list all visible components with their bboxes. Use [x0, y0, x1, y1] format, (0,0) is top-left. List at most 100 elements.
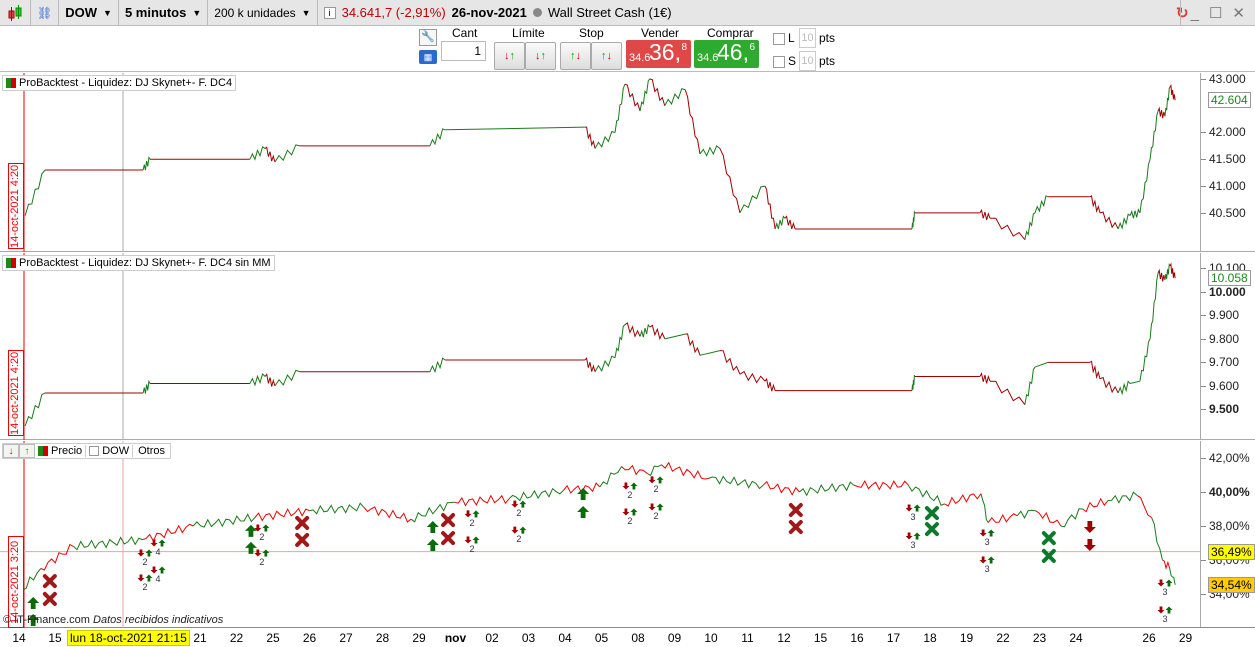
small-buy-arrow-icon [630, 482, 638, 490]
short-pts-input[interactable]: 10 [799, 51, 816, 71]
x-tick-label: 24 [1069, 631, 1083, 645]
price-segment [661, 461, 709, 480]
y-tick-label: 41.000 [1201, 179, 1246, 194]
series-segment [1169, 84, 1176, 101]
small-sell-arrow-icon [1157, 579, 1165, 587]
y-axis[interactable]: 10.100 10.000 9.900 9.800 9.700 9.600 9.500 10.… [1200, 253, 1255, 439]
limit-order-button[interactable]: ↓↑ [494, 42, 525, 70]
price-segment [1136, 494, 1152, 518]
x-tick-label: 11 [741, 631, 754, 645]
price-segment [1060, 508, 1083, 528]
quantity-input[interactable]: 1 [441, 41, 486, 61]
last-price: 34.641,7 (-2,91%) [341, 5, 446, 20]
price-chart[interactable]: 22442222222222 33 3333 [0, 441, 1200, 628]
small-buy-arrow-icon [987, 556, 995, 564]
series-segment [1117, 380, 1131, 396]
maximize-icon[interactable]: ☐ [1209, 4, 1222, 22]
small-buy-arrow-icon [145, 549, 153, 557]
exit-cross-icon [1041, 531, 1056, 546]
exit-cross-icon [788, 520, 803, 535]
series-segment [429, 128, 446, 147]
small-sell-arrow-icon [622, 508, 630, 516]
info-icon[interactable]: i [323, 6, 336, 19]
current-value-label: 10.058 [1208, 270, 1251, 287]
minimize-icon[interactable]: _ [1191, 5, 1199, 22]
limit-order-alt-button[interactable]: ↓↑ [525, 42, 556, 70]
long-pts-input[interactable]: 10 [799, 28, 816, 48]
stop-order-alt-button[interactable]: ↑↓ [591, 42, 622, 70]
series-segment [639, 323, 651, 338]
series-segment [684, 89, 701, 155]
series-segment [911, 210, 916, 229]
trade-count-label: 2 [654, 484, 659, 494]
dow-toggle[interactable]: DOW [86, 445, 134, 457]
link-icon[interactable]: ⛓ [31, 0, 60, 26]
units-select[interactable]: 200 k unidades ▼ [208, 0, 318, 26]
panel-legend: ↓ ↑ Precio DOW Otros [2, 443, 171, 459]
buy-arrow-icon [426, 521, 439, 534]
y-axis[interactable]: 43.000 42.000 41.500 41.000 40.500 42.604 [1200, 71, 1255, 251]
trade-count-label: 3 [911, 540, 916, 550]
price-segment [762, 480, 800, 496]
series-segment [1099, 211, 1119, 230]
current-value-label: 34,54% [1208, 576, 1255, 593]
panel-legend[interactable]: ProBacktest - Liquidez: DJ Skynet+- F. D… [2, 255, 275, 271]
series-segment [584, 357, 596, 372]
series-segment [979, 372, 991, 384]
series-segment [594, 130, 616, 149]
status-dot-icon [532, 8, 542, 17]
cursor-date-label: lun 18-oct-2021 21:15 [67, 630, 190, 646]
small-buy-arrow-icon [913, 504, 921, 512]
short-checkbox[interactable] [773, 56, 785, 68]
small-sell-arrow-icon [648, 503, 656, 511]
buy-button[interactable]: 34.6 46, 6 [694, 39, 759, 68]
trade-count-label: 2 [654, 511, 659, 521]
small-buy-arrow-icon [472, 536, 480, 544]
sell-price-main: 36, [649, 39, 681, 65]
x-tick-label: 22 [996, 631, 1010, 645]
dow-checkbox[interactable] [89, 446, 100, 456]
color-swatch-icon [6, 258, 16, 268]
equity-no-mm-panel: ProBacktest - Liquidez: DJ Skynet+- F. D… [0, 253, 1255, 440]
equity-chart[interactable] [0, 73, 1200, 252]
keyboard-icon[interactable]: ▦ [419, 50, 437, 64]
buy-arrow-toggle-icon[interactable]: ↑ [19, 444, 35, 458]
series-segment [699, 145, 721, 157]
series-segment [764, 377, 776, 392]
wrench-icon[interactable]: 🔧 [419, 29, 437, 46]
price-series-toggle[interactable]: Precio [35, 445, 87, 457]
price-segment [907, 484, 945, 506]
trade-count-label: 2 [516, 534, 521, 544]
others-button[interactable]: Otros [133, 445, 170, 457]
close-icon[interactable]: ✕ [1232, 4, 1245, 22]
sell-arrow-toggle-icon[interactable]: ↓ [3, 444, 19, 458]
candlestick-icon[interactable] [0, 0, 31, 26]
copyright-notice: © IT-Finance.com Datos recibidos indicat… [3, 614, 223, 626]
stop-order-button[interactable]: ↑↓ [560, 42, 591, 70]
series-segment [784, 215, 796, 230]
y-axis[interactable]: 42,00% 40,00% 38,00% 36,00% 34,00% 36,49% 34,5… [1200, 441, 1255, 627]
series-segment [739, 370, 766, 384]
interval-label: 5 minutos [124, 5, 187, 20]
price-segment [363, 506, 412, 523]
y-tick-label: 10.000 [1201, 284, 1246, 299]
small-sell-arrow-icon [979, 529, 987, 537]
current-value-label: 36,49% [1208, 543, 1255, 560]
trade-count-label: 2 [470, 544, 475, 554]
instrument-select[interactable]: DOW ▼ [59, 0, 119, 26]
small-sell-arrow-icon [150, 566, 158, 574]
x-axis[interactable]: lun 18-oct-2021 21:15 14 15 21 22 25 26 27 28 29… [0, 628, 1255, 647]
series-segment [649, 78, 666, 106]
sell-button[interactable]: 34.6 36, 8 [626, 39, 691, 68]
series-segment [594, 355, 616, 373]
x-tick-label: 25 [266, 631, 280, 645]
interval-select[interactable]: 5 minutos ▼ [119, 0, 209, 26]
long-checkbox[interactable] [773, 33, 785, 45]
panel-legend[interactable]: ProBacktest - Liquidez: DJ Skynet+- F. D… [2, 75, 237, 91]
price-segment [599, 466, 623, 488]
window-controls: _ ☐ ✕ [1179, 0, 1255, 26]
x-tick-label: 18 [923, 631, 937, 645]
dow-label: DOW [102, 445, 130, 457]
equity-no-mm-chart[interactable] [0, 253, 1200, 440]
y-tick-label: 43.000 [1201, 71, 1246, 86]
